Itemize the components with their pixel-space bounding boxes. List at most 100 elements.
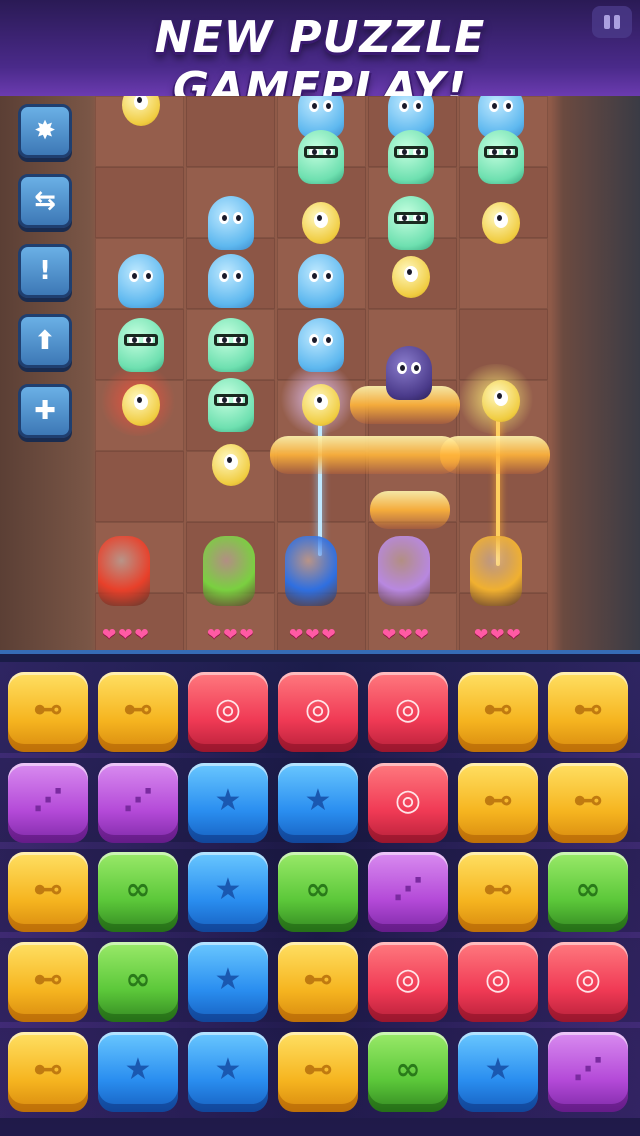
star-icon: ★: [214, 1052, 242, 1087]
yellow-bone-tile[interactable]: ⊷: [8, 672, 88, 752]
star-icon: ★: [124, 1052, 152, 1087]
glasses-icon: ∞: [575, 872, 601, 907]
ghost-eye: [494, 390, 508, 406]
glasses-icon: [214, 334, 248, 346]
blue-ghost: [208, 196, 254, 250]
ghost-eye: [219, 270, 229, 282]
green-glasses-tile[interactable]: ∞: [368, 1032, 448, 1112]
pause-icon-bar: [614, 15, 620, 29]
football-icon: ◎: [484, 962, 512, 997]
pause-button[interactable]: [592, 6, 632, 38]
ghost-eye: [129, 270, 139, 282]
football-icon: ◎: [394, 783, 422, 818]
powerup-button[interactable]: ⇆: [18, 174, 72, 228]
arena-cell: [459, 238, 548, 309]
blue-star-tile[interactable]: ★: [188, 852, 268, 932]
ghost-eye: [323, 100, 333, 112]
green-glasses-tile[interactable]: ∞: [548, 852, 628, 932]
yellow-bone-tile[interactable]: ⊷: [8, 852, 88, 932]
yellow-ghost: [122, 384, 160, 426]
yellow-bone-tile[interactable]: ⊷: [548, 672, 628, 752]
glasses-icon: [484, 146, 518, 158]
board-divider: [0, 650, 640, 654]
blue-star-tile[interactable]: ★: [188, 942, 268, 1022]
yellow-ghost: [302, 202, 340, 244]
red-football-tile[interactable]: ◎: [368, 672, 448, 752]
yellow-bone-tile[interactable]: ⊷: [548, 763, 628, 843]
ghost-eye: [323, 270, 333, 282]
purple-molecule-tile[interactable]: ⋰: [98, 763, 178, 843]
purple-molecule-tile[interactable]: ⋰: [8, 763, 88, 843]
red-football-tile[interactable]: ◎: [368, 942, 448, 1022]
yellow-bone-tile[interactable]: ⊷: [98, 672, 178, 752]
blue-star-tile[interactable]: ★: [188, 1032, 268, 1112]
ghost-eye: [233, 212, 243, 224]
ghost-eye: [489, 100, 499, 112]
glasses-icon: [214, 394, 248, 406]
yellow-ghost: [392, 256, 430, 298]
purple-molecule-tile[interactable]: ⋰: [368, 852, 448, 932]
red-football-tile[interactable]: ◎: [368, 763, 448, 843]
bandage-icon: ✚: [34, 396, 56, 426]
football-icon: ◎: [574, 962, 602, 997]
blue-star-tile[interactable]: ★: [458, 1032, 538, 1112]
powerup-button[interactable]: !: [18, 244, 72, 298]
powerup-button[interactable]: ✸: [18, 104, 72, 158]
star-icon: ★: [304, 783, 332, 818]
bone-icon: ⊷: [483, 692, 513, 727]
yellow-hero: [470, 536, 522, 606]
red-football-tile[interactable]: ◎: [278, 672, 358, 752]
ghost-eye: [314, 212, 328, 228]
blue-star-tile[interactable]: ★: [278, 763, 358, 843]
yellow-bone-tile[interactable]: ⊷: [8, 942, 88, 1022]
bone-icon: ⊷: [33, 692, 63, 727]
blue-star-tile[interactable]: ★: [98, 1032, 178, 1112]
powerup-button[interactable]: ✚: [18, 384, 72, 438]
football-icon: ◎: [214, 692, 242, 727]
yellow-ghost: [302, 384, 340, 426]
yellow-bone-tile[interactable]: ⊷: [458, 763, 538, 843]
molecule-icon: ⋰: [393, 872, 423, 907]
yellow-bone-tile[interactable]: ⊷: [8, 1032, 88, 1112]
green-ghost: [478, 130, 524, 184]
green-ghost: [388, 196, 434, 250]
green-glasses-tile[interactable]: ∞: [98, 942, 178, 1022]
ghost-eye: [314, 394, 328, 410]
yellow-bone-tile[interactable]: ⊷: [458, 672, 538, 752]
hearts-row: ❤❤❤: [207, 625, 256, 645]
yellow-bone-tile[interactable]: ⊷: [278, 1032, 358, 1112]
bone-icon: ⊷: [33, 872, 63, 907]
green-glasses-tile[interactable]: ∞: [278, 852, 358, 932]
battle-arena: ✸⇆!⬆✚ ❤❤❤❤❤❤❤❤❤❤❤❤❤❤❤ ⇆ 1: [0, 96, 640, 650]
red-football-tile[interactable]: ◎: [458, 942, 538, 1022]
puzzle-board: ⊷ ⊷ ◎ ◎ ◎ ⊷ ⊷ ⋰ ⋰ ★ ★ ◎ ⊷ ⊷ ⊷ ∞ ★ ∞ ⋰ ⊷ ∞ ⊷ ∞ ★ ⊷ ◎ ◎ ◎ ⊷ ★ ★ ⊷ ∞ ★ ⋰: [0, 650, 640, 1136]
ghost-eye: [503, 100, 513, 112]
blue-ghost: [298, 318, 344, 372]
blue-ghost: [118, 254, 164, 308]
bone-icon: ⊷: [303, 1052, 333, 1087]
purple-molecule-tile[interactable]: ⋰: [548, 1032, 628, 1112]
bone-icon: ⊷: [573, 692, 603, 727]
football-icon: ◎: [304, 692, 332, 727]
yellow-ghost: [482, 380, 520, 422]
glasses-icon: ∞: [125, 962, 151, 997]
blue-star-tile[interactable]: ★: [188, 763, 268, 843]
yellow-bone-tile[interactable]: ⊷: [458, 852, 538, 932]
ghost-eye: [323, 334, 333, 346]
star-icon: ★: [484, 1052, 512, 1087]
ghost-eye: [224, 454, 238, 470]
glasses-icon: ∞: [305, 872, 331, 907]
ghost-eye: [134, 96, 148, 110]
red-football-tile[interactable]: ◎: [188, 672, 268, 752]
yellow-bone-tile[interactable]: ⊷: [278, 942, 358, 1022]
green-ghost: [298, 130, 344, 184]
red-football-tile[interactable]: ◎: [548, 942, 628, 1022]
powerup-button[interactable]: ⬆: [18, 314, 72, 368]
glasses-icon: [124, 334, 158, 346]
dark-ghost: [386, 346, 432, 400]
ghost-eye: [399, 100, 409, 112]
star-icon: ★: [214, 783, 242, 818]
ghost-eye: [143, 270, 153, 282]
bone-icon: ⊷: [33, 1052, 63, 1087]
green-glasses-tile[interactable]: ∞: [98, 852, 178, 932]
